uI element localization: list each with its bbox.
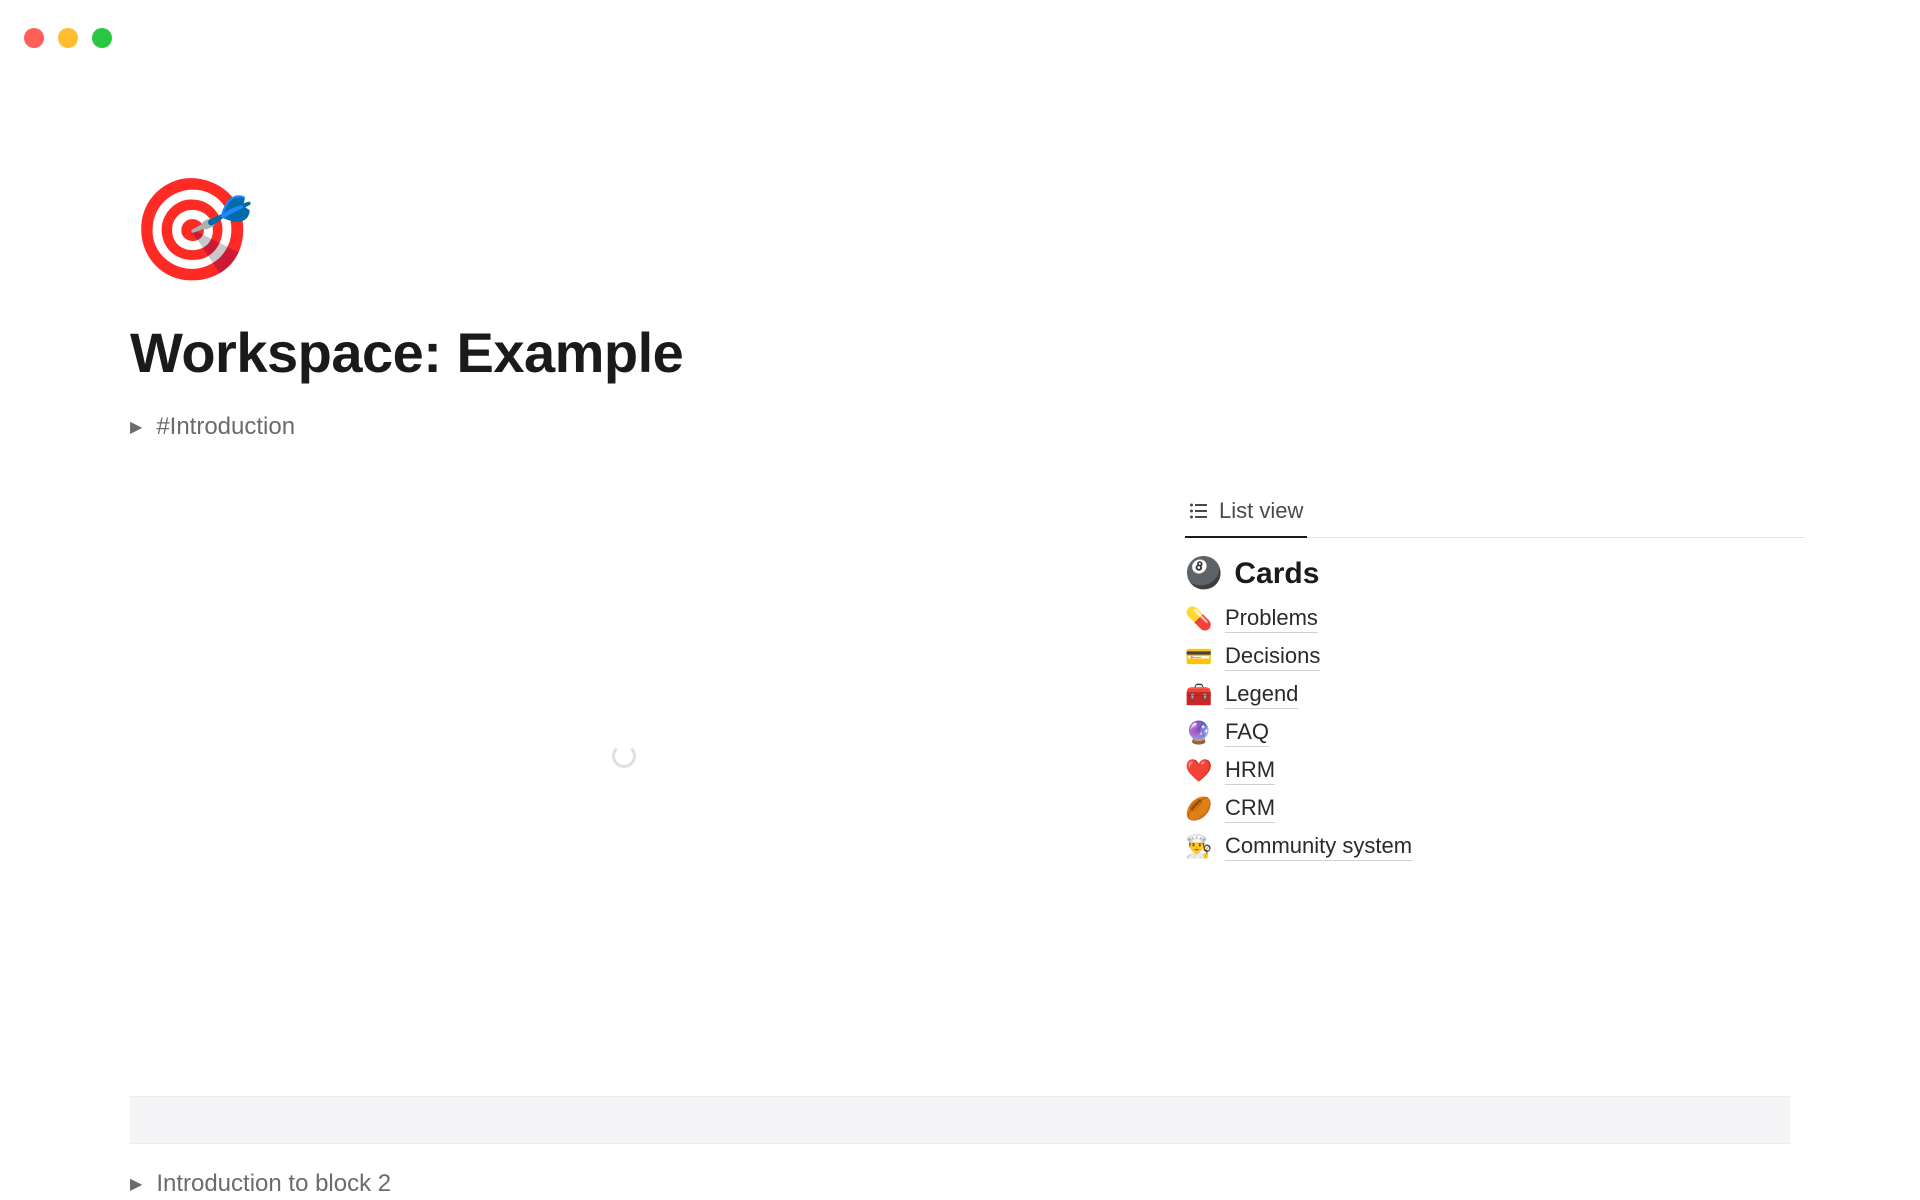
tab-label: List view — [1219, 498, 1303, 524]
item-label: FAQ — [1225, 719, 1269, 747]
caret-right-icon: ▶ — [130, 417, 142, 437]
item-label: Decisions — [1225, 643, 1320, 671]
database-item[interactable]: 💳 Decisions — [1185, 643, 1805, 671]
item-label: Community system — [1225, 833, 1412, 861]
caret-right-icon: ▶ — [130, 1174, 142, 1194]
item-icon: 👨‍🍳 — [1185, 834, 1211, 860]
database-view-tabs: List view — [1185, 490, 1805, 538]
item-label: HRM — [1225, 757, 1275, 785]
database-item[interactable]: 👨‍🍳 Community system — [1185, 833, 1805, 861]
database-block: List view 🎱 Cards 💊 Problems 💳 Decisions 🧰 Le… — [1185, 490, 1805, 861]
toggle-label: #Introduction — [156, 413, 295, 441]
database-title-text: Cards — [1234, 557, 1319, 591]
database-title-icon: 🎱 — [1185, 556, 1222, 591]
database-item[interactable]: 🧰 Legend — [1185, 681, 1805, 709]
item-label: Problems — [1225, 605, 1318, 633]
toggle-introduction[interactable]: ▶ #Introduction — [130, 413, 1790, 441]
toggle-introduction-block-2[interactable]: ▶ Introduction to block 2 — [130, 1170, 391, 1198]
database-item[interactable]: 🏉 CRM — [1185, 795, 1805, 823]
item-label: Legend — [1225, 681, 1298, 709]
item-icon: 🔮 — [1185, 720, 1211, 746]
database-item[interactable]: ❤️ HRM — [1185, 757, 1805, 785]
minimize-window-button[interactable] — [58, 28, 78, 48]
item-icon: 🧰 — [1185, 682, 1211, 708]
list-icon — [1189, 501, 1209, 521]
database-item[interactable]: 🔮 FAQ — [1185, 719, 1805, 747]
database-item[interactable]: 💊 Problems — [1185, 605, 1805, 633]
item-icon: 🏉 — [1185, 796, 1211, 822]
zoom-window-button[interactable] — [92, 28, 112, 48]
item-icon: 💊 — [1185, 606, 1211, 632]
database-list: 💊 Problems 💳 Decisions 🧰 Legend 🔮 FAQ ❤️ HRM 🏉 CRM 👨… — [1185, 605, 1805, 861]
page-title: Workspace: Example — [130, 320, 1790, 385]
item-label: CRM — [1225, 795, 1275, 823]
item-icon: 💳 — [1185, 644, 1211, 670]
window-traffic-lights — [24, 28, 112, 48]
database-title[interactable]: 🎱 Cards — [1185, 556, 1805, 591]
toggle-label: Introduction to block 2 — [156, 1170, 391, 1198]
loading-spinner — [612, 744, 636, 768]
page-icon[interactable]: 🎯 — [130, 180, 1790, 280]
section-divider-bar — [130, 1096, 1790, 1144]
tab-list-view[interactable]: List view — [1185, 490, 1307, 538]
item-icon: ❤️ — [1185, 758, 1211, 784]
page-content: 🎯 Workspace: Example ▶ #Introduction — [130, 180, 1790, 441]
close-window-button[interactable] — [24, 28, 44, 48]
